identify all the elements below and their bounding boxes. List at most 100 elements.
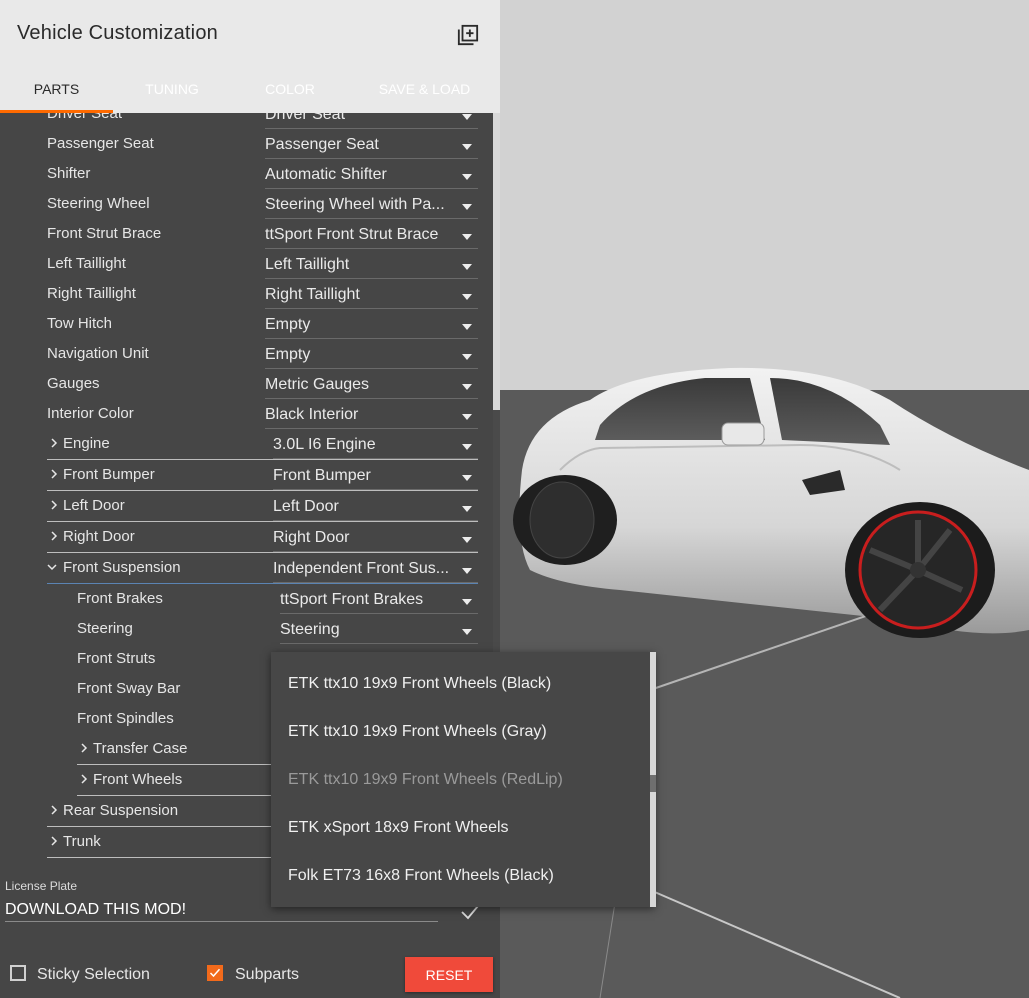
dropdown-arrow-icon [462, 234, 472, 240]
tab-color[interactable]: COLOR [231, 68, 349, 113]
part-row[interactable]: Engine 3.0L I6 Engine [0, 430, 493, 460]
tab-save-load[interactable]: SAVE & LOAD [349, 68, 500, 113]
part-row[interactable]: Front Suspension Independent Front Sus... [0, 554, 493, 584]
part-row[interactable]: Interior Color Black Interior [0, 400, 493, 430]
chevron-right-icon[interactable] [49, 805, 59, 815]
dropdown-option[interactable]: ETK ttx10 19x9 Front Wheels (Black) [288, 675, 551, 693]
part-select-value: Passenger Seat [265, 136, 379, 153]
dropdown-option[interactable]: ETK xSport 18x9 Front Wheels [288, 819, 509, 837]
chevron-right-icon[interactable] [49, 836, 59, 846]
chevron-right-icon[interactable] [49, 469, 59, 479]
part-row[interactable]: Left Door Left Door [0, 492, 493, 522]
sticky-selection-checkbox[interactable] [10, 965, 26, 981]
part-row[interactable]: Navigation Unit Empty [0, 340, 493, 370]
part-row[interactable]: Gauges Metric Gauges [0, 370, 493, 400]
add-box-icon[interactable] [457, 24, 479, 46]
part-row[interactable]: Passenger Seat Passenger Seat [0, 130, 493, 160]
part-select-value: Right Door [273, 529, 350, 546]
part-select-value: 3.0L I6 Engine [273, 436, 376, 453]
part-label: Steering Wheel [47, 195, 150, 212]
tab-parts[interactable]: PARTS [0, 68, 113, 113]
part-select[interactable]: 3.0L I6 Engine [273, 436, 478, 459]
part-select[interactable]: Automatic Shifter [265, 166, 478, 189]
part-row[interactable]: Front Bumper Front Bumper [0, 461, 493, 491]
part-select-value: Left Door [273, 498, 339, 515]
part-row[interactable]: Shifter Automatic Shifter [0, 160, 493, 190]
dropdown-arrow-icon [462, 264, 472, 270]
part-select-value: Steering [280, 621, 340, 638]
part-select-value: Steering Wheel with Pa... [265, 196, 445, 213]
chevron-right-icon[interactable] [79, 743, 89, 753]
part-select[interactable]: ttSport Front Brakes [280, 591, 478, 614]
subparts-label: Subparts [235, 966, 300, 983]
panel-title: Vehicle Customization [17, 22, 218, 44]
part-select[interactable]: Driver Seat [265, 113, 478, 129]
part-select-value: Left Taillight [265, 256, 350, 273]
row-divider [77, 795, 272, 796]
part-select[interactable]: Empty [265, 316, 478, 339]
part-row[interactable]: Steering Steering [0, 615, 493, 645]
row-divider [47, 521, 478, 522]
reset-button[interactable]: RESET [405, 957, 493, 992]
part-select[interactable]: Left Door [273, 498, 478, 521]
part-label: Interior Color [47, 405, 134, 422]
dropdown-arrow-icon [462, 475, 472, 481]
dropdown-arrow-icon [462, 537, 472, 543]
part-select-value: ttSport Front Strut Brace [265, 226, 439, 243]
part-row[interactable]: Front Strut Brace ttSport Front Strut Bra… [0, 220, 493, 250]
dropdown-scrollbar-track[interactable] [650, 775, 656, 792]
part-row[interactable]: Tow Hitch Empty [0, 310, 493, 340]
part-select[interactable]: Independent Front Sus... [273, 560, 478, 583]
part-row[interactable]: Steering Wheel Steering Wheel with Pa... [0, 190, 493, 220]
chevron-right-icon[interactable] [49, 500, 59, 510]
part-row[interactable]: Right Door Right Door [0, 523, 493, 553]
row-divider [47, 552, 478, 553]
dropdown-arrow-icon [462, 444, 472, 450]
part-select[interactable]: Right Door [273, 529, 478, 552]
dropdown-option[interactable]: ETK ttx10 19x9 Front Wheels (Gray) [288, 723, 547, 741]
part-select[interactable]: Steering [280, 621, 478, 644]
tab-bar: PARTS TUNING COLOR SAVE & LOAD [0, 68, 500, 113]
part-label: Front Suspension [63, 559, 181, 576]
part-select[interactable]: Empty [265, 346, 478, 369]
part-row[interactable]: Right Taillight Right Taillight [0, 280, 493, 310]
part-label: Rear Suspension [63, 802, 179, 819]
part-label: Left Taillight [47, 255, 126, 272]
part-select[interactable]: Metric Gauges [265, 376, 478, 399]
part-label: Passenger Seat [47, 135, 154, 152]
part-select[interactable]: ttSport Front Strut Brace [265, 226, 478, 249]
part-label: Driver Seat [47, 113, 123, 122]
chevron-down-icon[interactable] [47, 562, 57, 572]
tab-tuning[interactable]: TUNING [113, 68, 231, 113]
part-select[interactable]: Front Bumper [273, 467, 478, 490]
dropdown-arrow-icon [462, 414, 472, 420]
dropdown-option: ETK ttx10 19x9 Front Wheels (RedLip) [288, 771, 563, 788]
dropdown-option[interactable]: Folk ET73 16x8 Front Wheels (Black) [288, 867, 554, 885]
chevron-right-icon[interactable] [49, 531, 59, 541]
part-label: Right Taillight [47, 285, 136, 302]
part-label: Right Door [63, 528, 135, 545]
part-select-value: Empty [265, 316, 311, 333]
dropdown-arrow-icon [462, 324, 472, 330]
part-label: Front Bumper [63, 466, 155, 483]
part-select-value: Front Bumper [273, 467, 371, 484]
chevron-right-icon[interactable] [49, 438, 59, 448]
part-select[interactable]: Steering Wheel with Pa... [265, 196, 478, 219]
part-label: Engine [63, 435, 110, 452]
part-select[interactable]: Black Interior [265, 406, 478, 429]
chevron-right-icon[interactable] [79, 774, 89, 784]
part-select[interactable]: Passenger Seat [265, 136, 478, 159]
part-select[interactable]: Left Taillight [265, 256, 478, 279]
panel-header: Vehicle Customization PARTS TUNING COLOR… [0, 0, 500, 113]
dropdown-arrow-icon [462, 174, 472, 180]
part-row[interactable]: Driver Seat Driver Seat [0, 113, 493, 130]
part-label: Gauges [47, 375, 100, 392]
part-row[interactable]: Left Taillight Left Taillight [0, 250, 493, 280]
dropdown-arrow-icon [462, 144, 472, 150]
subparts-checkbox[interactable] [207, 965, 223, 981]
part-select-value: Empty [265, 346, 311, 363]
row-divider [47, 490, 478, 491]
parts-scrollbar-thumb[interactable] [493, 113, 500, 410]
part-select[interactable]: Right Taillight [265, 286, 478, 309]
part-row[interactable]: Front Brakes ttSport Front Brakes [0, 585, 493, 615]
